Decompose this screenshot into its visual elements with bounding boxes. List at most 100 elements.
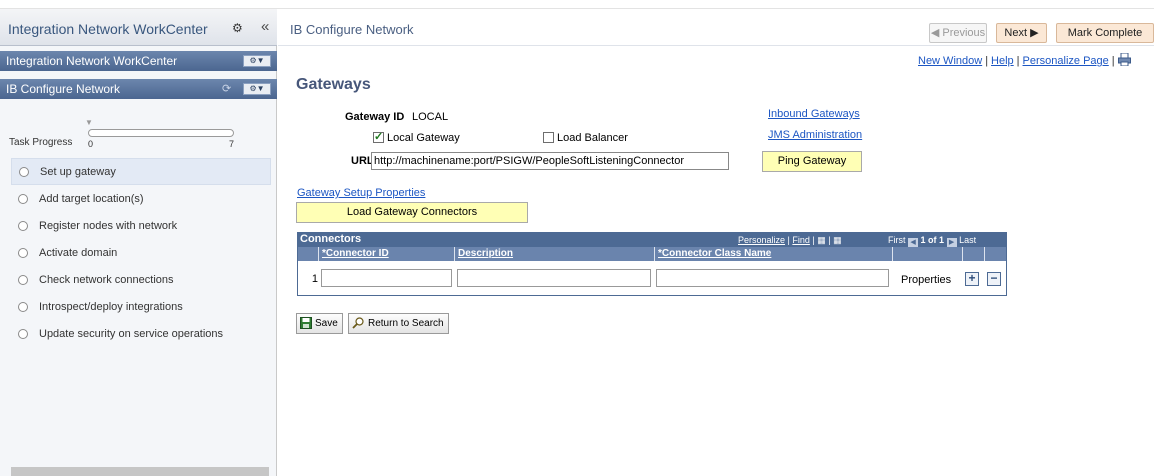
workcenter-sidebar: Integration Network WorkCenter ⚙ « Integ… bbox=[0, 9, 277, 476]
radio-icon bbox=[19, 166, 29, 177]
help-link[interactable]: Help bbox=[991, 55, 1014, 67]
col-delete bbox=[984, 247, 1006, 261]
description-input[interactable] bbox=[457, 269, 651, 287]
step-label: Check network connections bbox=[39, 273, 174, 286]
gateway-id-label: Gateway ID bbox=[345, 111, 405, 123]
load-balancer-checkbox[interactable]: Load Balancer bbox=[543, 132, 628, 144]
task-steps-list: Set up gateway Add target location(s) Re… bbox=[11, 158, 271, 347]
col-add bbox=[962, 247, 984, 261]
connectors-grid: Connectors Personalize | Find | ▦ | ▦ Fi… bbox=[297, 232, 1007, 296]
last-label[interactable]: Last bbox=[959, 235, 976, 245]
step-label: Add target location(s) bbox=[39, 192, 144, 205]
caret-right-icon: ▶ bbox=[1030, 27, 1039, 39]
first-label[interactable]: First bbox=[888, 235, 906, 245]
caret-left-icon: ◀ bbox=[930, 27, 940, 39]
step-label: Activate domain bbox=[39, 246, 118, 259]
gateway-setup-properties-link[interactable]: Gateway Setup Properties bbox=[297, 187, 425, 199]
step-register-nodes[interactable]: Register nodes with network bbox=[11, 212, 271, 239]
previous-button[interactable]: ◀ Previous bbox=[929, 23, 987, 43]
view-all-icon[interactable]: ▦ bbox=[817, 235, 826, 245]
previous-label: Previous bbox=[942, 27, 986, 39]
radio-icon bbox=[18, 328, 28, 339]
sidebar-title: Integration Network WorkCenter bbox=[8, 21, 208, 37]
next-label: Next bbox=[1004, 27, 1028, 39]
col-connector-id[interactable]: *Connector ID bbox=[318, 247, 454, 261]
local-gateway-label: Local Gateway bbox=[387, 132, 460, 144]
step-label: Introspect/deploy integrations bbox=[39, 300, 183, 313]
page-heading: Gateways bbox=[296, 76, 371, 93]
return-to-search-label: Return to Search bbox=[368, 318, 444, 329]
step-add-target-location[interactable]: Add target location(s) bbox=[11, 185, 271, 212]
task-progress-bar bbox=[88, 129, 234, 137]
local-gateway-checkbox[interactable]: Local Gateway bbox=[373, 130, 460, 144]
connector-id-input[interactable] bbox=[321, 269, 452, 287]
top-strip bbox=[0, 0, 1154, 9]
save-label: Save bbox=[315, 318, 338, 329]
load-gateway-connectors-button[interactable]: Load Gateway Connectors bbox=[296, 202, 528, 223]
pane-menu-icon[interactable]: ⚙▼ bbox=[243, 55, 271, 67]
print-icon[interactable] bbox=[1117, 53, 1131, 66]
pane-menu-icon[interactable]: ⚙▼ bbox=[243, 83, 271, 95]
step-introspect-deploy[interactable]: Introspect/deploy integrations bbox=[11, 293, 271, 320]
step-set-up-gateway[interactable]: Set up gateway bbox=[11, 158, 271, 185]
radio-icon bbox=[18, 193, 28, 204]
save-icon bbox=[300, 317, 312, 329]
separator: | bbox=[985, 55, 989, 67]
ping-gateway-button[interactable]: Ping Gateway bbox=[762, 151, 862, 172]
search-icon bbox=[352, 317, 364, 329]
sidebar-header: Integration Network WorkCenter ⚙ « bbox=[0, 9, 277, 46]
refresh-icon[interactable]: ⟳ bbox=[222, 82, 231, 95]
delete-row-icon[interactable]: − bbox=[987, 272, 1001, 286]
new-window-link[interactable]: New Window bbox=[918, 55, 982, 67]
grid-title-bar: Connectors Personalize | Find | ▦ | ▦ Fi… bbox=[298, 233, 1006, 247]
radio-icon bbox=[18, 247, 28, 258]
step-label: Update security on service operations bbox=[39, 327, 224, 340]
download-icon[interactable]: ▦ bbox=[833, 235, 842, 245]
step-update-security[interactable]: Update security on service operations bbox=[11, 320, 271, 347]
return-to-search-button[interactable]: Return to Search bbox=[348, 313, 449, 334]
pane-header-configure[interactable]: IB Configure Network ⟳ ⚙▼ bbox=[0, 79, 277, 99]
radio-icon bbox=[18, 301, 28, 312]
collapse-icon[interactable]: « bbox=[261, 18, 269, 35]
jms-administration-link[interactable]: JMS Administration bbox=[768, 129, 862, 141]
col-connector-class-name[interactable]: *Connector Class Name bbox=[654, 247, 892, 261]
col-description[interactable]: Description bbox=[454, 247, 654, 261]
step-label: Set up gateway bbox=[40, 165, 116, 178]
page-name: IB Configure Network bbox=[290, 22, 414, 37]
step-label: Register nodes with network bbox=[39, 219, 178, 232]
grid-find-link[interactable]: Find bbox=[792, 235, 810, 245]
next-button[interactable]: Next ▶ bbox=[996, 23, 1047, 43]
personalize-page-link[interactable]: Personalize Page bbox=[1023, 55, 1109, 67]
load-balancer-label: Load Balancer bbox=[557, 132, 628, 144]
grid-navigation: First ◀ 1 of 1 ▶ Last bbox=[888, 235, 976, 247]
gear-icon[interactable]: ⚙ bbox=[232, 21, 243, 35]
page-links: New Window | Help | Personalize Page | bbox=[918, 53, 1131, 67]
pane-header-workcenter[interactable]: Integration Network WorkCenter ⚙▼ bbox=[0, 51, 277, 71]
next-page-icon[interactable]: ▶ bbox=[946, 238, 957, 247]
col-properties bbox=[892, 247, 962, 261]
save-button[interactable]: Save bbox=[296, 313, 343, 334]
step-activate-domain[interactable]: Activate domain bbox=[11, 239, 271, 266]
connector-class-name-input[interactable] bbox=[656, 269, 889, 287]
grid-tools: Personalize | Find | ▦ | ▦ bbox=[738, 235, 842, 245]
progress-min: 0 bbox=[88, 139, 94, 149]
checkbox-icon[interactable] bbox=[543, 132, 554, 143]
checkbox-checked-icon[interactable] bbox=[373, 130, 384, 143]
add-row-icon[interactable]: + bbox=[965, 272, 979, 286]
grid-column-headers: *Connector ID Description *Connector Cla… bbox=[298, 247, 1006, 261]
row-number: 1 bbox=[311, 273, 318, 285]
mark-complete-button[interactable]: Mark Complete bbox=[1056, 23, 1154, 43]
radio-icon bbox=[18, 274, 28, 285]
main-header: IB Configure Network ◀ Previous Next ▶ M… bbox=[278, 9, 1154, 46]
inbound-gateways-link[interactable]: Inbound Gateways bbox=[768, 108, 860, 120]
properties-link[interactable]: Properties bbox=[901, 274, 951, 286]
grid-personalize-link[interactable]: Personalize bbox=[738, 235, 785, 245]
sidebar-scrollbar[interactable] bbox=[11, 467, 269, 476]
url-input[interactable] bbox=[371, 152, 729, 170]
pane-title: Integration Network WorkCenter bbox=[6, 54, 178, 68]
progress-max: 7 bbox=[229, 139, 235, 149]
page-range: 1 of 1 bbox=[920, 235, 945, 245]
separator: | bbox=[1111, 55, 1115, 67]
step-check-connections[interactable]: Check network connections bbox=[11, 266, 271, 293]
prev-page-icon[interactable]: ◀ bbox=[908, 238, 919, 247]
